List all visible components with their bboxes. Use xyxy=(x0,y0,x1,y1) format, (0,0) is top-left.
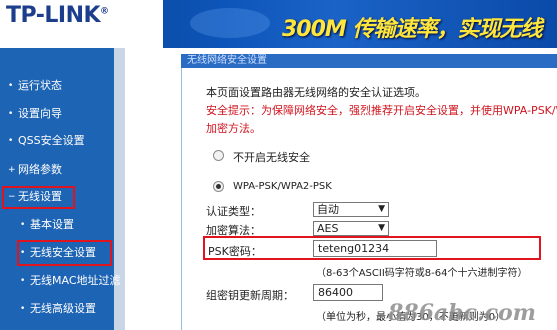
plus-icon: + xyxy=(8,165,16,175)
warning-text: 安全提示：为保障网络安全，强烈推荐开启安全设置，并使用WPA-PSK/WPA2-… xyxy=(206,104,557,117)
banner-slogan: 300M 传输速率，实现无线 xyxy=(282,17,542,42)
bullet-icon: • xyxy=(8,81,14,91)
auth-type-select[interactable]: 自动 ▼ xyxy=(313,202,389,217)
panel-title: 无线网络安全设置 xyxy=(181,54,557,68)
bullet-icon: • xyxy=(20,276,26,286)
dropdown-arrow-icon: ▼ xyxy=(378,204,385,214)
highlight-wireless-settings xyxy=(2,186,75,209)
highlight-psk-row xyxy=(203,236,541,260)
warning-text-cont: 加密方法。 xyxy=(206,122,261,135)
tp-link-logo: TP-LINK® xyxy=(6,3,109,28)
sidebar-item-wizard[interactable]: • 设置向导 xyxy=(0,102,112,126)
option-wpa-label: WPA-PSK/WPA2-PSK xyxy=(233,181,332,192)
logo-box: TP-LINK® xyxy=(0,0,163,48)
header-banner: TP-LINK® 300M 传输速率，实现无线 xyxy=(0,0,557,48)
option-disable-label: 不开启无线安全 xyxy=(233,151,310,164)
intro-text: 本页面设置路由器无线网络的安全认证选项。 xyxy=(206,86,426,99)
bullet-icon: • xyxy=(8,136,14,146)
bullet-icon: • xyxy=(20,220,26,230)
auth-type-label: 认证类型： xyxy=(206,205,261,218)
sidebar-item-qss[interactable]: • QSS安全设置 xyxy=(0,129,112,153)
bullet-icon: • xyxy=(20,304,26,314)
radio-disable-security[interactable] xyxy=(213,150,224,161)
dropdown-arrow-icon: ▼ xyxy=(378,223,385,233)
sidebar-item-basic[interactable]: • 基本设置 xyxy=(0,213,112,237)
encryption-select[interactable]: AES ▼ xyxy=(313,221,389,236)
site-watermark: 886abc.com xyxy=(388,300,536,326)
radio-wpa-psk[interactable] xyxy=(213,181,224,192)
group-key-renew-input[interactable]: 86400 xyxy=(313,284,383,301)
sidebar-item-mac-filter[interactable]: • 无线MAC地址过滤 xyxy=(0,269,121,293)
psk-hint: （8-63个ASCII码字符或8-64个十六进制字符） xyxy=(316,268,528,279)
sidebar-item-advanced[interactable]: • 无线高级设置 xyxy=(0,297,112,321)
sidebar-item-status[interactable]: • 运行状态 xyxy=(0,74,112,98)
banner-decoration xyxy=(190,8,270,38)
sidebar-item-network[interactable]: + 网络参数 xyxy=(0,158,112,182)
bullet-icon: • xyxy=(8,109,14,119)
highlight-wireless-security xyxy=(17,240,112,266)
group-key-renew-label: 组密钥更新周期： xyxy=(206,289,294,302)
